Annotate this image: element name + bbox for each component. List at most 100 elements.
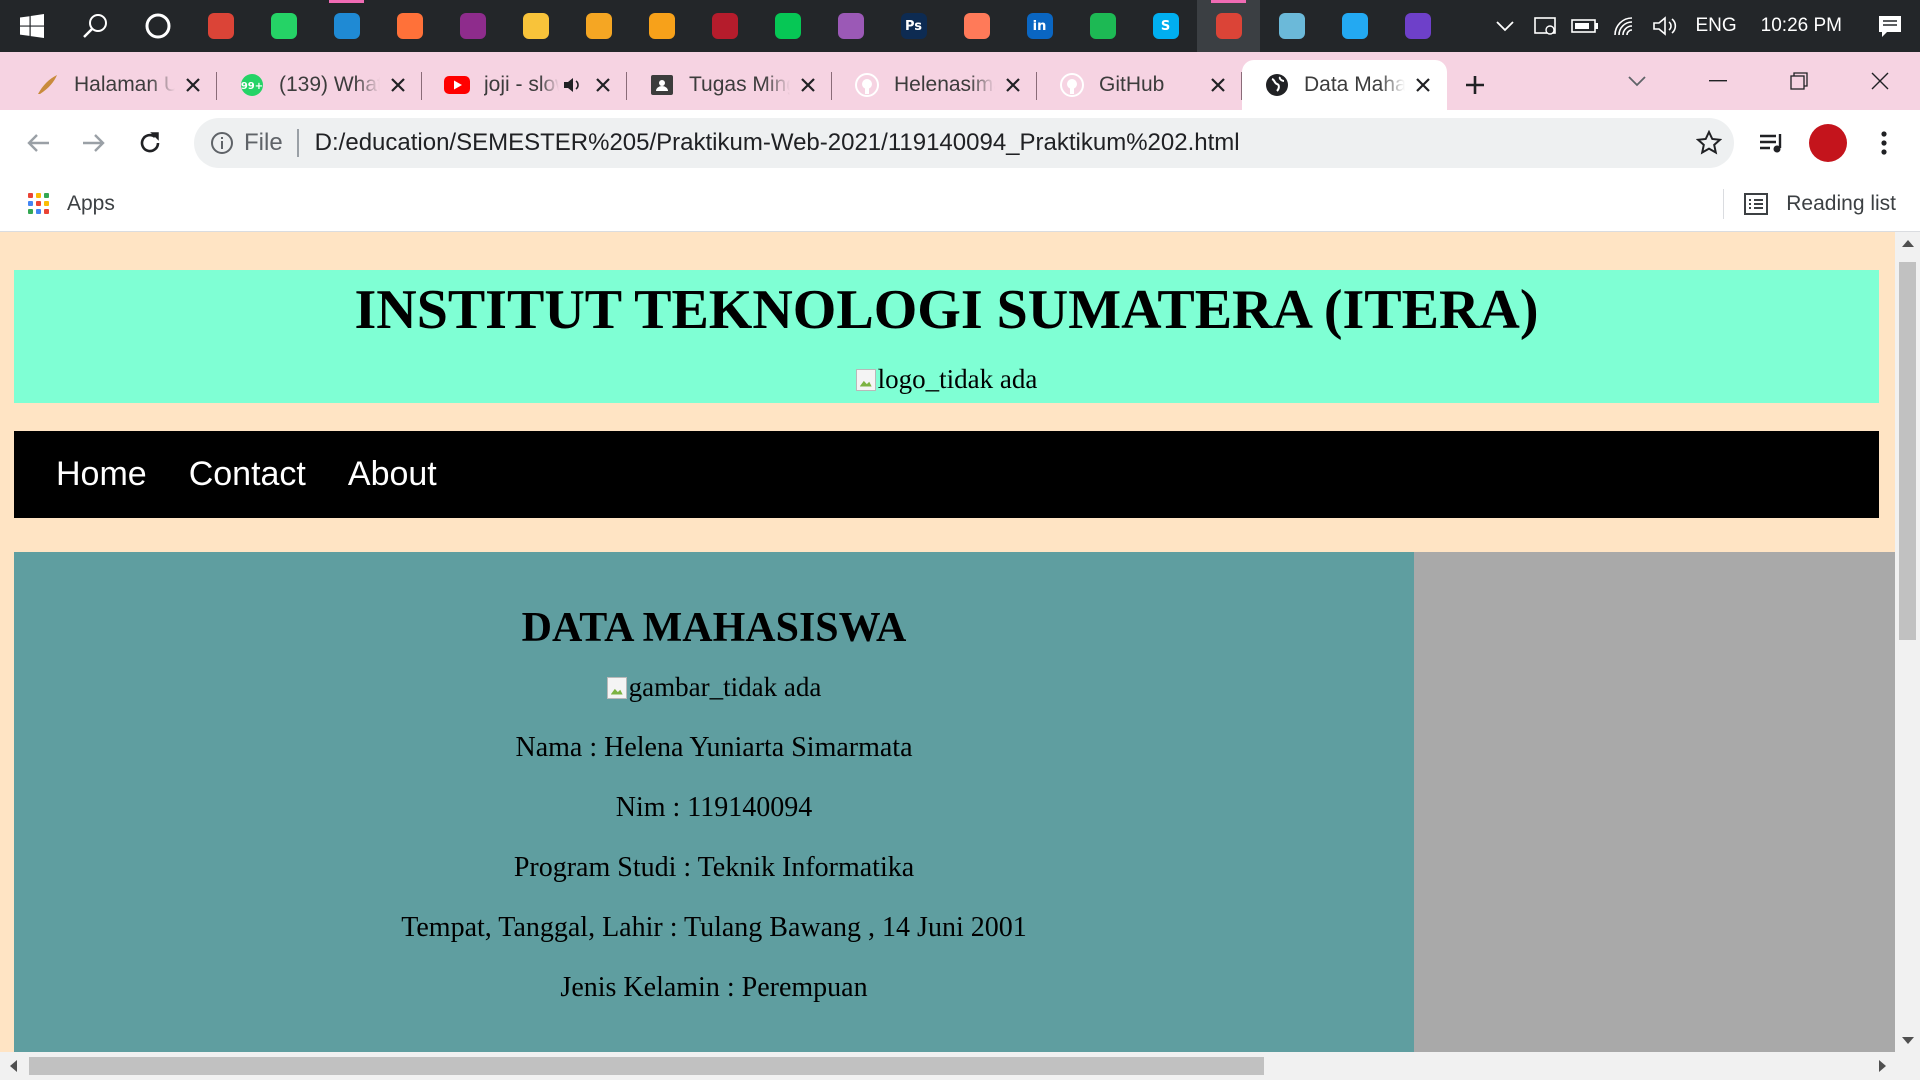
close-window-button[interactable] — [1839, 52, 1920, 110]
back-button[interactable] — [10, 115, 66, 171]
browser-tab[interactable]: Helenasimarmata — [832, 60, 1037, 110]
profile-avatar[interactable] — [1809, 124, 1847, 162]
tab-title: joji - slow dancing — [484, 73, 559, 96]
photoshop-icon: Ps — [900, 13, 927, 39]
tab-title: (139) WhatsApp — [279, 73, 380, 96]
quill-icon — [34, 72, 60, 98]
tab-search-button[interactable] — [1596, 52, 1677, 110]
tab-close-icon[interactable] — [386, 73, 410, 97]
minimize-icon — [1708, 80, 1727, 82]
nav-link-about[interactable]: About — [348, 455, 437, 494]
browser-tab[interactable]: GitHub — [1037, 60, 1242, 110]
taskbar-app-firefox[interactable] — [378, 0, 441, 52]
url-text[interactable]: D:/education/SEMESTER%205/Praktikum-Web-… — [315, 129, 1684, 157]
tab-close-icon[interactable] — [181, 73, 205, 97]
whatsapp-icon — [270, 13, 297, 39]
field-jenis-kelamin: Jenis Kelamin : Perempuan — [560, 971, 868, 1003]
taskbar-app-skype[interactable]: S — [1134, 0, 1197, 52]
tab-close-icon[interactable] — [1206, 73, 1230, 97]
input-language-indicator[interactable]: ENG — [1685, 15, 1746, 37]
action-center-button[interactable] — [1860, 0, 1920, 52]
taskbar-app-stack-app[interactable] — [945, 0, 1008, 52]
reading-list-label: Reading list — [1786, 191, 1896, 215]
browser-tab[interactable]: 99+ (139) WhatsApp — [217, 60, 422, 110]
scroll-up-arrow-icon[interactable] — [1895, 232, 1920, 254]
star-icon — [1696, 130, 1722, 155]
apps-shortcut[interactable]: Apps — [28, 192, 115, 216]
horizontal-scroll-thumb[interactable] — [29, 1057, 1264, 1075]
browser-tab[interactable]: Tugas Mingguan — [627, 60, 832, 110]
taskbar-app-chrome-active[interactable] — [1197, 0, 1260, 52]
field-nim: Nim : 119140094 — [615, 791, 813, 823]
media-controls-button[interactable] — [1744, 115, 1800, 171]
browser-tab[interactable]: Halaman Utama — [12, 60, 217, 110]
tab-close-icon[interactable] — [591, 73, 615, 97]
classroom-icon — [649, 72, 675, 98]
bookmark-star-button[interactable] — [1684, 130, 1734, 156]
new-tab-button[interactable] — [1447, 60, 1503, 110]
taskbar-app-music-app[interactable] — [567, 0, 630, 52]
windows-start-button[interactable] — [0, 0, 63, 52]
taskbar-app-linkedin[interactable]: in — [1008, 0, 1071, 52]
scroll-down-arrow-icon[interactable] — [1895, 1030, 1920, 1052]
tray-overflow-chevron-icon[interactable] — [1485, 0, 1525, 52]
forward-button[interactable] — [66, 115, 122, 171]
restore-button[interactable] — [1758, 52, 1839, 110]
vertical-scroll-thumb[interactable] — [1899, 262, 1916, 640]
taskbar-app-edge[interactable] — [315, 0, 378, 52]
reload-button[interactable] — [122, 115, 178, 171]
scroll-left-arrow-icon[interactable] — [0, 1052, 25, 1080]
playlist-music-icon — [1760, 134, 1782, 153]
taskbar-app-github-desktop[interactable] — [1386, 0, 1449, 52]
taskbar-pinned-apps: Ps in S — [189, 0, 1449, 52]
taskbar-app-winrar[interactable] — [441, 0, 504, 52]
battery-icon[interactable] — [1565, 0, 1605, 52]
picasa-icon — [837, 13, 864, 39]
notification-icon — [1879, 16, 1901, 37]
browser-tab[interactable]: Data Mahasiswa — [1242, 60, 1447, 110]
nav-link-contact[interactable]: Contact — [189, 455, 306, 494]
horizontal-scrollbar[interactable] — [0, 1052, 1920, 1080]
taskbar-app-mendeley[interactable] — [693, 0, 756, 52]
tab-close-icon[interactable] — [796, 73, 820, 97]
address-bar[interactable]: File D:/education/SEMESTER%205/Praktikum… — [194, 118, 1734, 168]
taskbar-app-line[interactable] — [756, 0, 819, 52]
chrome-menu-button[interactable] — [1856, 115, 1912, 171]
tray-display-icon[interactable] — [1525, 0, 1565, 52]
volume-icon[interactable] — [1645, 0, 1685, 52]
scroll-right-arrow-icon[interactable] — [1870, 1052, 1895, 1080]
taskbar-app-photoshop[interactable]: Ps — [882, 0, 945, 52]
student-data-section: DATA MAHASISWA gambar_tidak ada Nama : H… — [14, 552, 1414, 1052]
taskbar-app-picasa[interactable] — [819, 0, 882, 52]
reading-list-icon — [1744, 192, 1769, 215]
browser-tab[interactable]: joji - slow dancing — [422, 60, 627, 110]
taskbar-app-file-explorer[interactable] — [504, 0, 567, 52]
reload-icon — [140, 132, 160, 153]
apps-label: Apps — [67, 191, 115, 215]
cortana-button[interactable] — [126, 0, 189, 52]
reading-list-button[interactable]: Reading list — [1723, 188, 1896, 219]
window-controls — [1596, 52, 1920, 110]
music-app-icon — [585, 13, 612, 39]
tab-audio-playing-icon[interactable] — [563, 77, 585, 93]
taskbar-clock[interactable]: 10:26 PM — [1747, 15, 1860, 37]
taskbar-app-whatsapp[interactable] — [252, 0, 315, 52]
logo-broken-image: logo_tidak ada — [855, 364, 1037, 395]
wifi-icon[interactable] — [1605, 0, 1645, 52]
taskbar-search-button[interactable] — [63, 0, 126, 52]
whatsapp-icon: 99+ — [239, 72, 265, 98]
taskbar-app-avast[interactable] — [630, 0, 693, 52]
minimize-button[interactable] — [1677, 52, 1758, 110]
taskbar-app-spotify[interactable] — [1071, 0, 1134, 52]
vertical-scrollbar[interactable] — [1895, 232, 1920, 1052]
github-desktop-icon — [1404, 13, 1431, 39]
tab-close-icon[interactable] — [1001, 73, 1025, 97]
chrome-icon — [207, 13, 234, 39]
taskbar-app-notepad[interactable] — [1260, 0, 1323, 52]
tab-close-icon[interactable] — [1411, 73, 1435, 97]
bookmarks-bar: Apps Reading list — [0, 176, 1920, 232]
skype-icon: S — [1152, 13, 1179, 39]
taskbar-app-chrome[interactable] — [189, 0, 252, 52]
nav-link-home[interactable]: Home — [56, 455, 147, 494]
taskbar-app-vscode[interactable] — [1323, 0, 1386, 52]
